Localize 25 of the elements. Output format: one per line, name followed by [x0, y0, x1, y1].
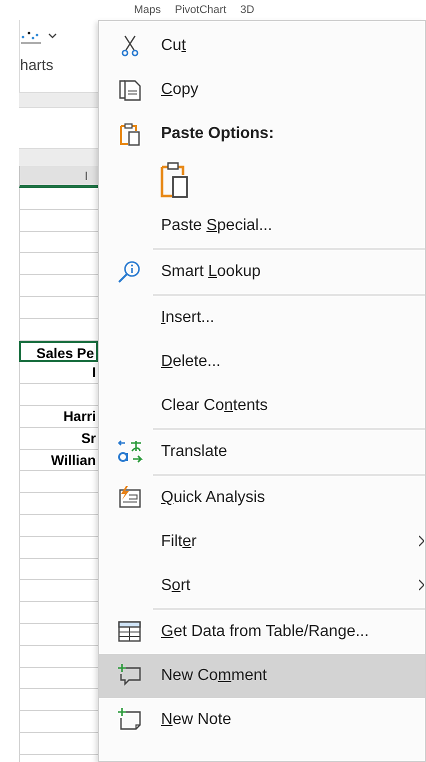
- ribbon-group-label: harts: [20, 57, 54, 74]
- menu-item[interactable]: Translate: [99, 430, 425, 474]
- menu-item[interactable]: Filter: [99, 520, 425, 564]
- menu-item[interactable]: Insert...: [99, 296, 425, 340]
- menu-item[interactable]: Sort: [99, 564, 425, 608]
- menu-item[interactable]: Cut: [99, 24, 425, 68]
- ribbon-label[interactable]: PivotChart: [174, 4, 226, 16]
- table-cell[interactable]: Sales Pe: [19, 340, 98, 362]
- menu-item[interactable]: Clear Contents: [99, 384, 425, 428]
- menu-item[interactable]: Smart Lookup: [99, 250, 425, 294]
- paste-option-button[interactable]: [159, 160, 191, 200]
- caret-icon[interactable]: [48, 33, 57, 39]
- menu-item[interactable]: Quick Analysis: [99, 476, 425, 520]
- ribbon-label[interactable]: 3D: [240, 4, 254, 16]
- menu-heading: Paste Options:: [161, 124, 274, 144]
- translate-icon: [117, 439, 143, 465]
- menu-item[interactable]: Paste Special...: [99, 204, 425, 248]
- menu-item[interactable]: New Note: [99, 698, 425, 742]
- ribbon-label[interactable]: Maps: [134, 4, 161, 16]
- menu-item[interactable]: Copy: [99, 68, 425, 112]
- menu-item[interactable]: Delete...: [99, 340, 425, 384]
- menu-item[interactable]: Get Data from Table/Range...: [99, 610, 425, 654]
- menu-item[interactable]: New Comment: [99, 654, 425, 698]
- magnifier-info-icon: [117, 259, 143, 285]
- column-header[interactable]: I: [19, 166, 98, 188]
